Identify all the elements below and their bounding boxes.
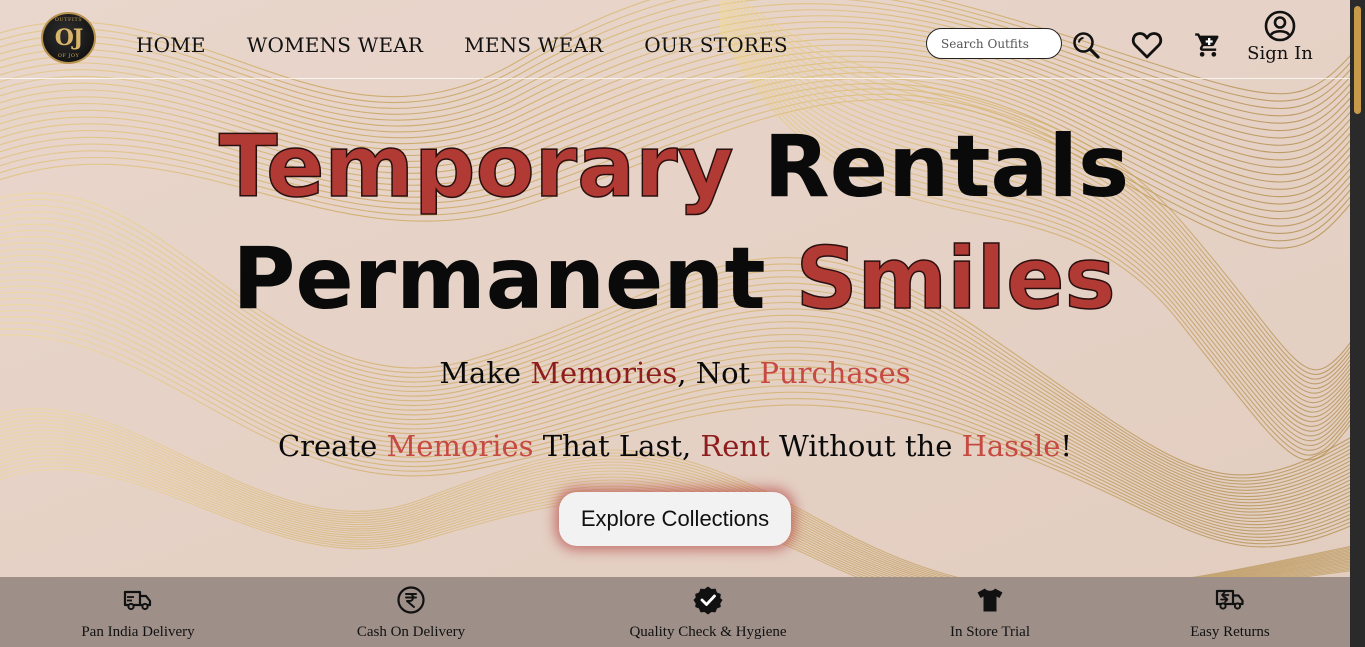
sign-in-button[interactable]: Sign In [1246,10,1314,64]
hero-tagline: Make Memories, Not Purchases [0,356,1350,390]
feature-label: Easy Returns [1190,624,1270,640]
feature-pan-india-delivery: Pan India Delivery [58,577,218,647]
sign-in-label: Sign In [1247,43,1313,64]
subline-word: That Last, [533,429,701,463]
heart-icon [1131,32,1163,59]
main-nav: HOME WOMENS WEAR MENS WEAR OUR STORES [136,33,829,57]
feature-easy-returns: Easy Returns [1150,577,1310,647]
tagline-word-purchases: Purchases [759,356,911,390]
hero-headline-line-2: Permanent Smiles [0,235,1349,323]
search-icon [1073,32,1100,59]
user-circle-icon [1264,10,1296,42]
rupee-icon [397,586,425,614]
feature-label: Quality Check & Hygiene [629,624,787,640]
verified-badge-icon [693,586,723,615]
tagline-word: Make [439,356,531,390]
scrollbar-thumb[interactable] [1354,6,1361,114]
brand-logo[interactable]: OUTFITS OJ OF JOY [41,12,96,64]
tshirt-icon [977,588,1003,612]
subline-word: Create [277,429,387,463]
hero-headline-line-1: Temporary Rentals [0,123,1349,211]
subline-word-hassle: Hassle [961,429,1061,463]
explore-collections-button[interactable]: Explore Collections [559,492,791,546]
feature-label: In Store Trial [949,624,1030,640]
tagline-word: , Not [677,356,760,390]
nav-item-our-stores[interactable]: OUR STORES [644,33,787,57]
wishlist-button[interactable] [1130,30,1164,60]
hero-word-temporary: Temporary [218,117,734,217]
tagline-word-memories: Memories [530,356,678,390]
return-truck-icon [1215,589,1244,610]
feature-quality-check: Quality Check & Hygiene [608,577,808,647]
search-input[interactable] [926,28,1062,59]
truck-icon [123,590,152,611]
hero-subline: Create Memories That Last, Rent Without … [0,429,1350,463]
logo-top-text: OUTFITS [54,17,83,23]
feature-cash-on-delivery: Cash On Delivery [331,577,491,647]
hero-word-rentals: Rentals [763,117,1130,217]
nav-item-mens-wear[interactable]: MENS WEAR [464,33,603,57]
logo-bottom-text: OF JOY [57,53,80,59]
page-scrollbar[interactable] [1350,0,1365,647]
subline-word-rent: Rent [700,429,770,463]
site-header: OUTFITS OJ OF JOY HOME WOMENS WEAR MENS … [0,0,1350,79]
feature-label: Pan India Delivery [81,624,195,640]
search-button[interactable] [1070,29,1102,61]
cart-icon [1195,33,1219,57]
subline-word-memories: Memories [386,429,534,463]
logo-mark: OJ [54,25,84,51]
cart-button[interactable] [1192,30,1224,60]
subline-word: ! [1060,429,1073,463]
page: OUTFITS OJ OF JOY HOME WOMENS WEAR MENS … [0,0,1350,647]
nav-item-womens-wear[interactable]: WOMENS WEAR [247,33,423,57]
hero-word-permanent: Permanent [232,229,766,329]
feature-in-store-trial: In Store Trial [910,577,1070,647]
feature-label: Cash On Delivery [356,624,466,640]
features-bar: Pan India Delivery Cash On Delivery Qual… [0,577,1350,647]
hero-word-smiles: Smiles [795,229,1117,329]
subline-word: Without the [769,429,962,463]
nav-item-home[interactable]: HOME [136,33,206,57]
